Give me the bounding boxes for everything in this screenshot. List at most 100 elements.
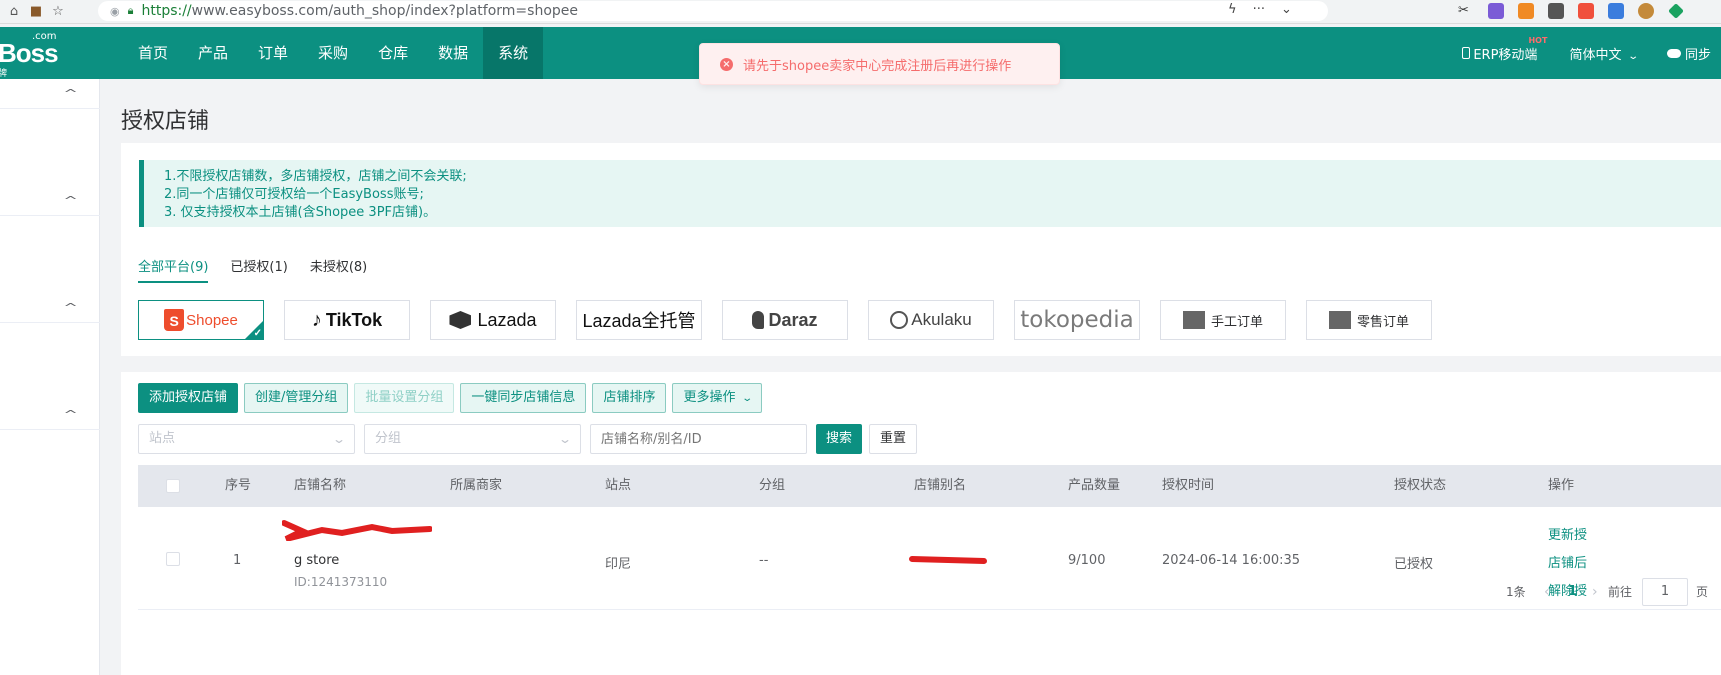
tab-authorized[interactable]: 已授权(1) <box>230 256 287 283</box>
tab-all-platforms[interactable]: 全部平台(9) <box>138 256 209 283</box>
sync-store-info-button[interactable]: 一键同步店铺信息 <box>460 383 587 413</box>
mobile-erp-label: ERP移动端 <box>1473 47 1538 63</box>
platform-tiktok-label: TikTok <box>325 309 383 330</box>
nav-item-orders[interactable]: 订单 <box>243 27 303 79</box>
storefront-icon <box>1328 311 1351 329</box>
platform-shopee[interactable]: S Shopee ✓ <box>138 300 264 340</box>
diamond-extension-icon[interactable] <box>1668 3 1684 19</box>
main-menu: 首页 产品 订单 采购 仓库 数据 系统 <box>123 27 544 79</box>
platform-lazada[interactable]: Lazada <box>430 300 556 340</box>
logo-sub: 牌 <box>0 69 8 79</box>
sidebar-group-1[interactable]: ^ <box>0 79 100 109</box>
chevron-up-icon: ^ <box>63 87 78 100</box>
reset-button[interactable]: 重置 <box>869 424 918 454</box>
akulaku-a-icon <box>890 311 909 329</box>
nav-item-home[interactable]: 首页 <box>123 27 183 79</box>
store-settings-link[interactable]: 店铺后 <box>1548 552 1587 571</box>
browser-toolbar: ⌂ ■ ☆ ◉ 🔒︎ https://www.easyboss.com/auth… <box>0 0 1721 24</box>
manage-group-button[interactable]: 创建/管理分组 <box>244 383 349 413</box>
error-circle-icon: × <box>720 57 733 71</box>
translate-extension-icon[interactable] <box>1488 3 1504 19</box>
search-button[interactable]: 搜索 <box>816 424 863 454</box>
notice-line-3: 3. 仅支持授权本土店铺(含Shopee 3PF店铺)。 <box>164 205 437 220</box>
chevron-up-icon: ^ <box>63 408 78 421</box>
group-select[interactable]: 分组 ⌄ <box>364 424 581 454</box>
row-auth-time: 2024-06-14 16:00:35 <box>1162 553 1301 568</box>
hot-badge: HOT <box>1528 35 1548 45</box>
platform-akulaku-label: Akulaku <box>911 310 972 329</box>
game-extension-icon[interactable] <box>1518 3 1534 19</box>
page-suffix: 页 <box>1696 585 1709 599</box>
bookmark-star-icon[interactable]: ☆ <box>50 4 66 20</box>
sync-button[interactable]: 同步 <box>1666 44 1711 63</box>
platform-retail-label: 零售订单 <box>1356 314 1409 330</box>
platform-manual-label: 手工订单 <box>1210 314 1263 330</box>
page-jump-input[interactable]: 1 <box>1642 578 1688 606</box>
sidebar: ^ ^ ^ ^ <box>0 79 100 675</box>
header-operations: 操作 <box>1548 478 1575 493</box>
pagination: 1条 ‹ 1 › 前往 1 页 <box>121 572 1721 612</box>
store-sort-button[interactable]: 店铺排序 <box>592 383 667 413</box>
platform-shopee-label: Shopee <box>186 311 238 329</box>
chevron-down-icon[interactable]: ⌄ <box>1281 2 1292 17</box>
sidebar-group-4[interactable]: ^ <box>0 400 100 430</box>
chevron-up-icon: ^ <box>63 301 78 314</box>
platform-daraz[interactable]: Daraz <box>722 300 848 340</box>
url-path: www.easyboss.com/auth_shop/index?platfor… <box>191 3 578 19</box>
nav-item-data[interactable]: 数据 <box>423 27 483 79</box>
platform-lazada-full[interactable]: Lazada全托管 <box>576 300 702 340</box>
platform-card: 1.不限授权店铺数，多店铺授权，店铺之间不会关联; 2.同一个店铺仅可授权给一个… <box>121 143 1721 356</box>
cookie-extension-icon[interactable] <box>1638 3 1654 19</box>
sidebar-group-2[interactable]: ^ <box>0 186 100 216</box>
header-store-name: 店铺名称 <box>294 478 347 493</box>
window-extension-icon[interactable] <box>1548 3 1564 19</box>
more-dots-icon[interactable]: ··· <box>1253 2 1265 17</box>
translate-blue-extension-icon[interactable] <box>1608 3 1624 19</box>
nav-item-warehouse[interactable]: 仓库 <box>363 27 423 79</box>
current-page[interactable]: 1 <box>1568 572 1577 612</box>
tiktok-note-icon: ♪ <box>311 308 322 331</box>
add-store-button[interactable]: 添加授权店铺 <box>138 383 239 413</box>
calendar-extension-icon[interactable] <box>1578 3 1594 19</box>
language-switcher[interactable]: 简体中文 ⌄ <box>1569 44 1639 63</box>
chevron-right-icon[interactable]: › <box>1592 572 1598 612</box>
nav-item-system[interactable]: 系统 <box>483 27 544 79</box>
daraz-drop-icon <box>752 311 765 329</box>
nav-item-products[interactable]: 产品 <box>183 27 243 79</box>
address-bar[interactable]: ◉ 🔒︎ https://www.easyboss.com/auth_shop/… <box>98 1 1328 21</box>
platform-list: S Shopee ✓ ♪ TikTok Lazada Lazada全托管 Dar… <box>138 300 1432 340</box>
briefcase-icon[interactable]: ■ <box>28 4 44 20</box>
platform-tiktok[interactable]: ♪ TikTok <box>284 300 410 340</box>
sync-label: 同步 <box>1684 47 1711 63</box>
lightning-icon[interactable]: ϟ <box>1228 2 1237 17</box>
select-all-checkbox[interactable] <box>166 479 180 493</box>
easyboss-logo[interactable]: .com Boss 牌 <box>0 31 68 79</box>
row-index: 1 <box>233 553 242 568</box>
notice-box: 1.不限授权店铺数，多店铺授权，店铺之间不会关联; 2.同一个店铺仅可授权给一个… <box>139 160 1721 227</box>
platform-retail-order[interactable]: 零售订单 <box>1306 300 1432 340</box>
logo-boss: Boss <box>0 38 59 68</box>
mobile-erp-link[interactable]: ERP移动端 HOT <box>1462 36 1547 63</box>
chevron-left-icon[interactable]: ‹ <box>1544 572 1550 612</box>
sidebar-group-3[interactable]: ^ <box>0 293 100 323</box>
site-info-icon[interactable]: ◉ <box>110 5 120 18</box>
store-search-input[interactable] <box>590 424 807 454</box>
row-checkbox[interactable] <box>166 552 180 566</box>
update-auth-link[interactable]: 更新授 <box>1548 524 1587 543</box>
nav-item-purchase[interactable]: 采购 <box>303 27 363 79</box>
site-select-placeholder: 站点 <box>149 431 176 446</box>
site-select[interactable]: 站点 ⌄ <box>138 424 355 454</box>
platform-akulaku[interactable]: Akulaku <box>868 300 994 340</box>
check-icon: ✓ <box>253 328 262 339</box>
platform-manual-order[interactable]: 手工订单 <box>1160 300 1286 340</box>
header-auth-time: 授权时间 <box>1162 478 1215 493</box>
group-select-placeholder: 分组 <box>375 431 402 446</box>
platform-tokopedia[interactable]: tokopedia <box>1014 300 1140 340</box>
chevron-down-icon: ⌄ <box>1626 50 1639 62</box>
tab-unauthorized[interactable]: 未授权(8) <box>310 256 367 283</box>
batch-group-button[interactable]: 批量设置分组 <box>354 383 455 413</box>
home-icon[interactable]: ⌂ <box>6 4 22 20</box>
error-toast: × 请先于shopee卖家中心完成注册后再进行操作 <box>699 43 1060 85</box>
scissors-icon[interactable]: ✂ <box>1458 3 1474 19</box>
more-actions-button[interactable]: 更多操作 ⌄ <box>672 383 762 413</box>
